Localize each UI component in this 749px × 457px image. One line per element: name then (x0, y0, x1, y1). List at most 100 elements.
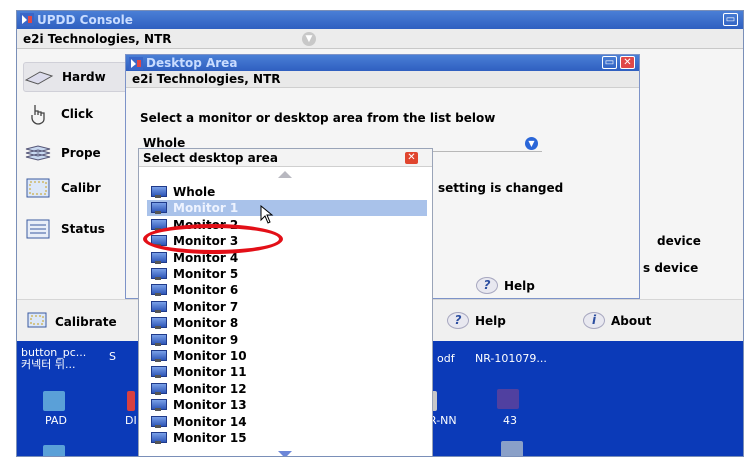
jpg-file-icon[interactable] (43, 391, 65, 411)
dropdown-option[interactable]: Monitor 13 (147, 397, 427, 413)
dropdown-option[interactable]: Monitor 12 (147, 381, 427, 397)
option-label: Monitor 5 (173, 267, 239, 281)
help-label: Help (475, 313, 506, 328)
dialog-title: Desktop Area (146, 56, 238, 70)
console-titlebar[interactable]: UPDD Console ▭ (17, 11, 743, 29)
nav-label: Click (61, 107, 94, 121)
setting-note: setting is changed (438, 181, 564, 195)
monitor-icon (151, 399, 167, 412)
device-text: device (657, 234, 701, 248)
option-label: Monitor 7 (173, 299, 239, 314)
desktop-icon-label[interactable]: R-NN (429, 415, 457, 427)
calibrate-label: Calibrate (55, 314, 117, 329)
option-label: Monitor 12 (173, 381, 247, 396)
nav-label: Hardw (62, 70, 106, 84)
close-icon[interactable]: ✕ (405, 152, 418, 164)
monitor-icon (151, 251, 167, 264)
monitor-icon (151, 186, 167, 198)
monitor-icon (151, 268, 167, 280)
dropdown-option[interactable]: Monitor 9 (147, 332, 427, 348)
monitor-icon (151, 284, 167, 297)
close-icon[interactable]: ✕ (620, 56, 635, 69)
scroll-up-icon[interactable] (278, 171, 292, 178)
device-name: e2i Technologies, NTR (23, 32, 172, 46)
option-label: Monitor 15 (173, 431, 247, 445)
nav-status[interactable]: Status (23, 214, 105, 244)
desktop-icon-label[interactable]: odf (437, 353, 455, 365)
monitor-icon (151, 300, 167, 313)
help-button[interactable]: ? Help (447, 312, 506, 329)
dropdown-option[interactable]: Whole (147, 184, 427, 200)
calibrate-button[interactable]: Calibrate (27, 312, 117, 331)
dropdown-option[interactable]: Monitor 7 (147, 299, 427, 315)
about-button[interactable]: i About (583, 312, 651, 329)
option-label: Monitor 14 (173, 414, 247, 429)
desktop-icon-label[interactable]: PAD (45, 415, 67, 427)
option-label: Monitor 1 (173, 201, 239, 216)
nav-hardware[interactable]: Hardw (23, 62, 133, 92)
desktop-icon-label[interactable]: 43 (503, 415, 517, 427)
help-label: Help (504, 278, 535, 293)
dropdown-option[interactable]: Monitor 5 (147, 266, 427, 282)
desktop-icon-label[interactable]: NR-101079... (475, 353, 547, 365)
desktop-icon-label[interactable]: DI (125, 415, 137, 427)
dialog-help-button[interactable]: ? Help (476, 277, 535, 294)
option-label: Monitor 9 (173, 332, 239, 347)
option-label: Monitor 10 (173, 349, 247, 363)
monitor-icon (151, 317, 167, 330)
network-icon[interactable] (501, 441, 523, 456)
hand-pointer-icon (23, 103, 53, 125)
dialog-titlebar[interactable]: Desktop Area ▭ ✕ (126, 55, 639, 71)
help-icon: ? (476, 277, 498, 294)
minimize-icon[interactable]: ▭ (602, 56, 617, 69)
monitor-icon (151, 415, 167, 428)
monitor-icon (151, 366, 167, 379)
nav-calibrate[interactable]: Calibr (23, 173, 101, 203)
desktop-icon-label[interactable]: 커넥터 뒤... (21, 359, 75, 371)
calibrate-icon (27, 312, 47, 331)
minimize-icon[interactable]: ▭ (723, 13, 738, 26)
option-label: Monitor 11 (173, 365, 247, 380)
scroll-down-icon[interactable] (278, 451, 292, 456)
app-icon (20, 13, 34, 26)
file-icon[interactable] (127, 391, 135, 411)
dropdown-option[interactable]: Monitor 15 (147, 430, 427, 446)
rar-archive-icon[interactable] (497, 389, 519, 409)
desktop-area-dropdown: Select desktop area ✕ Whole Monitor 1 Moni… (138, 148, 433, 456)
dropdown-option[interactable]: Monitor 8 (147, 315, 427, 331)
desktop-icon-label[interactable]: S (109, 351, 116, 363)
monitor-icon (151, 333, 167, 346)
nav-label: Calibr (61, 181, 101, 195)
option-label: Monitor 8 (173, 316, 239, 331)
dropdown-option[interactable]: Monitor 11 (147, 364, 427, 380)
dialog-instruction: Select a monitor or desktop area from th… (140, 111, 496, 125)
nav-label: Status (61, 222, 105, 236)
dropdown-option[interactable]: Monitor 10 (147, 348, 427, 364)
option-label: Monitor 6 (173, 283, 239, 298)
chevron-down-icon[interactable]: ▼ (302, 32, 316, 46)
nav-properties[interactable]: Prope (23, 138, 101, 168)
option-label: Monitor 13 (173, 398, 247, 413)
nav-label: Prope (61, 146, 101, 160)
dropdown-header: Select desktop area ✕ (139, 149, 432, 167)
monitor-icon (151, 432, 167, 444)
dropdown-option[interactable]: Monitor 6 (147, 282, 427, 298)
mouse-cursor-icon (260, 205, 274, 224)
option-label: Whole (173, 185, 216, 199)
dropdown-option[interactable]: Monitor 1 (147, 200, 427, 217)
screen-frame: button_pc... 커넥터 뒤... S PAD DI odf NR-10… (16, 10, 744, 457)
device-text: s device (643, 261, 699, 275)
monitor-icon (151, 382, 167, 395)
app-icon (129, 57, 143, 70)
help-icon: ? (447, 312, 469, 329)
annotation-circle (143, 224, 283, 254)
dropdown-option[interactable]: Monitor 14 (147, 414, 427, 430)
jpg-file-icon[interactable] (43, 445, 65, 456)
chevron-down-icon[interactable]: ▼ (525, 137, 538, 150)
nav-click[interactable]: Click (23, 99, 93, 129)
calibrate-icon (23, 177, 53, 199)
device-selector[interactable]: e2i Technologies, NTR ▼ (17, 29, 743, 49)
dropdown-header-label: Select desktop area (143, 151, 278, 165)
properties-icon (23, 142, 53, 164)
about-label: About (611, 313, 652, 328)
